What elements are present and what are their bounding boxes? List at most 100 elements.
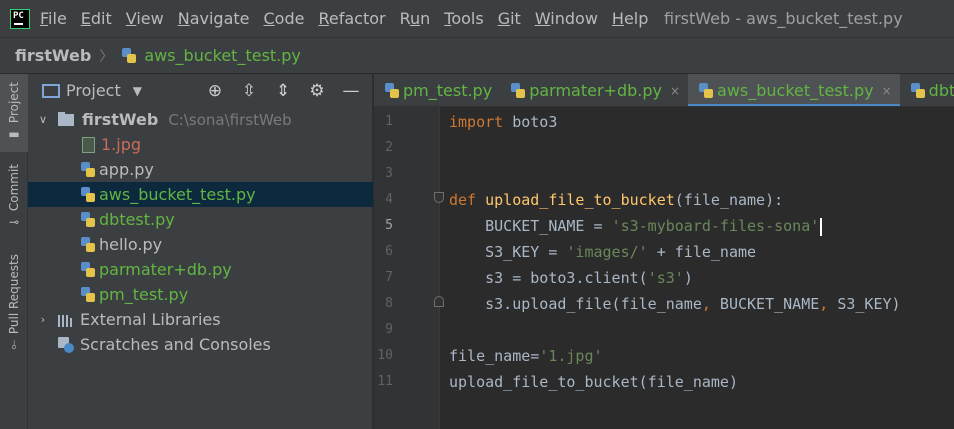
chevron-down-icon[interactable]: ∨ [32,113,54,126]
menu-help[interactable]: Help [612,9,648,28]
python-file-icon [121,47,137,64]
tree-file-label: parmater+db.py [99,260,232,279]
menu-refactor[interactable]: Refactor [318,9,385,28]
code-line[interactable]: BUCKET_NAME = 's3-myboard-files-sona' [449,213,823,239]
locate-file-icon[interactable]: ⊕ [204,80,226,102]
python-file-icon [510,82,526,99]
close-icon[interactable]: × [882,84,892,98]
tree-file-label: 1.jpg [101,135,142,154]
tool-window-commit[interactable]: Commit ⊸ [0,164,28,242]
menu-run[interactable]: Run [400,9,431,28]
python-file-icon [910,82,926,99]
editor-tab-aws-bucket-test-py[interactable]: aws_bucket_test.py × [688,74,900,106]
folder-icon: ▬ [8,127,20,142]
code-line[interactable]: def upload_file_to_bucket(file_name): [449,187,783,213]
pull-request-icon: ⫰ [11,338,17,353]
tree-item-label: External Libraries [80,310,221,329]
commit-icon: ⊸ [8,215,20,230]
chevron-right-icon[interactable]: › [32,313,54,326]
tree-file-dbtest-py[interactable]: dbtest.py [28,207,373,232]
close-icon[interactable]: × [670,84,680,98]
code-line[interactable]: import boto3 [449,109,557,135]
tree-file-label: aws_bucket_test.py [99,185,256,204]
python-file-icon [80,186,96,203]
tree-file-aws-bucket-test-py[interactable]: aws_bucket_test.py [28,182,373,207]
scratches-icon [58,336,74,353]
tree-file-pm-test-py[interactable]: pm_test.py [28,282,373,307]
tree-file-label: hello.py [99,235,163,254]
line-number: 5 [385,218,393,233]
breadcrumb: firstWeb 〉 aws_bucket_test.py [0,37,954,74]
menu-window[interactable]: Window [535,9,598,28]
tree-file-rows: 1.jpg app.py aws_bucket_test.py dbtest.py he… [28,132,373,307]
project-panel-title[interactable]: Project [66,81,121,100]
tree-file-app-py[interactable]: app.py [28,157,373,182]
folder-icon [58,111,74,126]
library-icon [58,313,74,327]
code-line[interactable]: file_name='1.jpg' [449,343,603,369]
breadcrumb-file[interactable]: aws_bucket_test.py [144,46,301,65]
fold-marker-icon[interactable] [434,296,444,307]
fold-marker-icon[interactable] [434,192,444,203]
editor-tab-bar: pm_test.py parmater+db.py × aws_bucket_test… [374,74,954,107]
project-panel: Project ▼ ⊕ ⇳ ⇕ ⚙ — ∨ firstWeb C:\sona\f… [28,74,373,429]
menu-file[interactable]: File [40,9,67,28]
code-line[interactable]: upload_file_to_bucket(file_name) [449,369,738,395]
editor-tab-label: dbte [928,81,954,100]
tree-file-label: dbtest.py [99,210,175,229]
python-file-icon [80,261,96,278]
line-number: 1 [385,114,393,129]
menu-edit[interactable]: Edit [81,9,112,28]
tool-window-project[interactable]: Project ▬ [0,74,28,152]
line-number: 11 [377,374,393,389]
image-file-icon [82,136,95,153]
menu-code[interactable]: Code [264,9,305,28]
breadcrumb-project[interactable]: firstWeb [15,46,91,65]
editor-tab-pm-test-py[interactable]: pm_test.py [374,74,500,106]
left-tool-strip: Project ▬ Commit ⊸ Pull Requests ⫰ [0,74,28,429]
code-line[interactable]: s3 = boto3.client('s3') [449,265,693,291]
project-tree: ∨ firstWeb C:\sona\firstWeb 1.jpg app.py a… [28,107,373,357]
python-file-icon [80,211,96,228]
tree-item-label: Scratches and Consoles [80,335,271,354]
tree-file-label: pm_test.py [99,285,189,304]
tree-file-parmater-db-py[interactable]: parmater+db.py [28,257,373,282]
code-line[interactable]: s3.upload_file(file_name, BUCKET_NAME, S… [449,291,900,317]
tool-window-pull-requests[interactable]: Pull Requests ⫰ [0,254,28,364]
collapse-all-icon[interactable]: ⇕ [272,80,294,102]
code-editor[interactable]: 1 2 3 4 5 6 7 8 9 10 11 import boto3 def upload_fil… [374,107,954,429]
menu-git[interactable]: Git [498,9,521,28]
line-number: 7 [385,270,393,285]
python-file-icon [698,82,714,99]
pycharm-logo-icon[interactable]: PC [10,8,30,29]
tree-root-firstweb[interactable]: ∨ firstWeb C:\sona\firstWeb [28,107,373,132]
python-file-icon [80,236,96,253]
project-panel-header: Project ▼ ⊕ ⇳ ⇕ ⚙ — [28,74,372,107]
code-line[interactable]: S3_KEY = 'images/' + file_name [449,239,756,265]
line-number: 3 [385,166,393,181]
python-file-icon [80,286,96,303]
expand-all-icon[interactable]: ⇳ [238,80,260,102]
tree-item-external-libraries[interactable]: › External Libraries [28,307,373,332]
editor-tab-parmater-db-py[interactable]: parmater+db.py × [500,74,688,106]
gear-icon[interactable]: ⚙ [306,80,328,102]
chevron-right-icon: 〉 [99,48,114,65]
line-number: 8 [385,296,393,311]
line-number: 9 [385,322,393,337]
editor-tab-label: aws_bucket_test.py [717,81,874,100]
chevron-down-icon[interactable]: ▼ [133,84,142,98]
menu-view[interactable]: View [126,9,164,28]
menu-navigate[interactable]: Navigate [178,9,250,28]
tree-file-1-jpg[interactable]: 1.jpg [28,132,373,157]
menu-bar: PC File Edit View Navigate Code Refactor Run To… [0,0,954,37]
line-number: 4 [385,192,393,207]
tree-item-scratches[interactable]: Scratches and Consoles [28,332,373,357]
tree-file-hello-py[interactable]: hello.py [28,232,373,257]
project-panel-tools: ⊕ ⇳ ⇕ ⚙ — [204,74,362,107]
editor-tab-dbte[interactable]: dbte [900,74,954,106]
menu-tools[interactable]: Tools [444,9,483,28]
editor-tab-label: pm_test.py [403,81,493,100]
python-file-icon [384,82,400,99]
python-file-icon [80,161,96,178]
hide-panel-icon[interactable]: — [340,80,362,102]
